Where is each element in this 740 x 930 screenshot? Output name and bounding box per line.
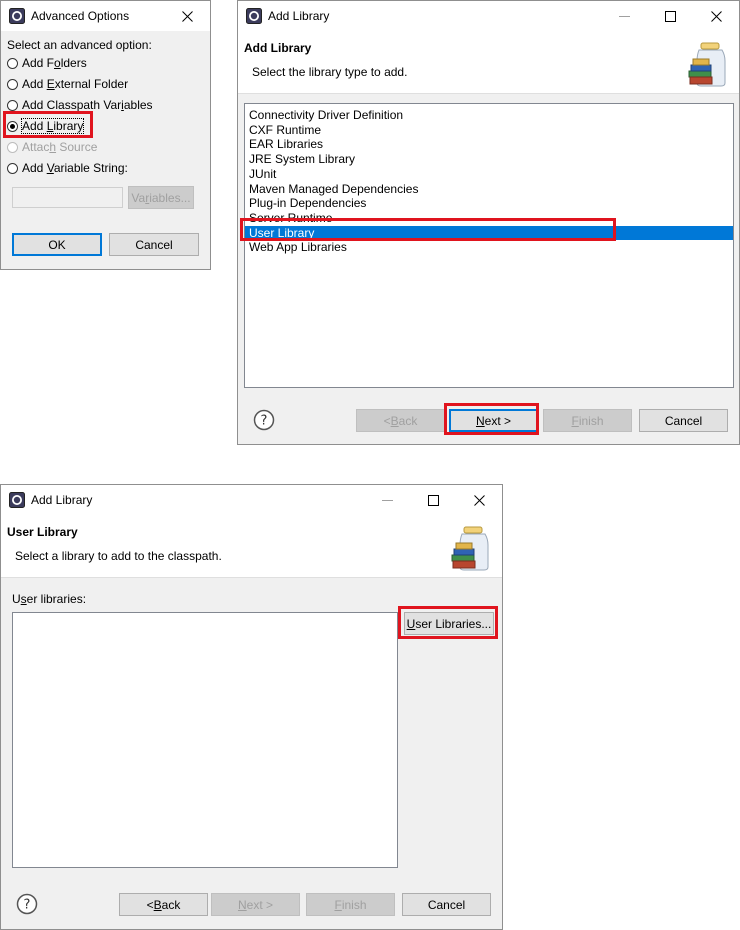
banner-description: Select the library type to add. <box>252 65 408 79</box>
add-library-titlebar[interactable]: Add Library <box>1 485 502 515</box>
radio-label: Add External Folder <box>22 77 129 91</box>
next-button[interactable]: Next > <box>449 409 538 432</box>
banner-title: Add Library <box>244 41 312 55</box>
library-type-item[interactable]: EAR Libraries <box>245 137 733 151</box>
eclipse-app-icon <box>9 492 25 508</box>
close-icon <box>181 10 193 22</box>
window-title: Advanced Options <box>31 9 130 23</box>
add-library-dialog-step2: Add Library User Library Select a librar… <box>0 484 503 930</box>
radio-button-checked[interactable] <box>7 120 18 132</box>
window-title: Add Library <box>31 493 93 507</box>
finish-button: Finish <box>543 409 632 432</box>
add-library-titlebar[interactable]: Add Library <box>238 1 739 31</box>
banner-description: Select a library to add to the classpath… <box>15 549 222 563</box>
minimize-icon <box>381 499 393 501</box>
radio-label: Attach Source <box>22 140 98 154</box>
user-libraries-list[interactable] <box>12 612 398 868</box>
close-button[interactable] <box>164 1 210 31</box>
radio-add-folders[interactable]: Add Folders <box>7 54 87 72</box>
cancel-button[interactable]: Cancel <box>402 893 491 916</box>
eclipse-app-icon <box>9 8 25 24</box>
next-button: Next > <box>211 893 300 916</box>
radio-button[interactable] <box>7 78 18 90</box>
variables-button: Va r iables... <box>128 186 194 209</box>
variable-string-input <box>12 187 123 208</box>
close-button[interactable] <box>456 485 502 515</box>
radio-label: Add Folders <box>22 56 87 70</box>
library-type-item[interactable]: JRE System Library <box>245 152 733 166</box>
close-button[interactable] <box>693 1 739 31</box>
maximize-icon <box>427 494 439 506</box>
radio-label: Add Library <box>20 118 85 134</box>
library-jar-icon <box>451 526 489 571</box>
library-type-item[interactable]: JUnit <box>245 167 733 181</box>
advanced-options-dialog: Advanced Options Select an advanced opti… <box>0 0 211 270</box>
radio-button-disabled <box>7 141 18 153</box>
library-type-item[interactable]: Connectivity Driver Definition <box>245 108 733 122</box>
library-type-list[interactable]: Connectivity Driver Definition CXF Runtim… <box>244 103 734 388</box>
back-button: < Back <box>356 409 445 432</box>
radio-add-variable-string[interactable]: Add Variable String: <box>7 159 128 177</box>
ok-button[interactable]: OK <box>12 233 102 256</box>
maximize-button[interactable] <box>647 1 693 31</box>
library-jar-icon <box>688 42 726 87</box>
library-type-item[interactable]: Plug-in Dependencies <box>245 196 733 210</box>
svg-text:?: ? <box>261 414 268 429</box>
help-icon: ? <box>253 409 275 431</box>
user-libraries-label: User libraries: <box>12 592 87 606</box>
wizard-banner: Add Library Select the library type to a… <box>238 31 739 94</box>
finish-button: Finish <box>306 893 395 916</box>
option-prompt: Select an advanced option: <box>7 38 152 52</box>
minimize-button[interactable] <box>364 485 410 515</box>
radio-attach-source: Attach Source <box>7 138 97 156</box>
eclipse-app-icon <box>246 8 262 24</box>
wizard-banner: User Library Select a library to add to … <box>1 515 502 578</box>
help-button[interactable]: ? <box>253 409 275 431</box>
library-type-item[interactable]: Maven Managed Dependencies <box>245 182 733 196</box>
radio-button[interactable] <box>7 99 18 111</box>
back-button[interactable]: < Back <box>119 893 208 916</box>
maximize-button[interactable] <box>410 485 456 515</box>
radio-add-external-folder[interactable]: Add External Folder <box>7 75 128 93</box>
cancel-button[interactable]: Cancel <box>109 233 199 256</box>
svg-text:?: ? <box>24 898 31 913</box>
radio-button[interactable] <box>7 57 18 69</box>
radio-button[interactable] <box>7 162 18 174</box>
help-button[interactable]: ? <box>16 893 38 915</box>
advanced-options-titlebar[interactable]: Advanced Options <box>1 1 210 31</box>
library-type-item[interactable]: Web App Libraries <box>245 240 733 254</box>
add-library-dialog-step1: Add Library Add Library Select the libra… <box>237 0 740 445</box>
banner-title: User Library <box>7 525 78 539</box>
close-icon <box>473 494 485 506</box>
library-type-item[interactable]: User Library <box>245 225 733 240</box>
maximize-icon <box>664 10 676 22</box>
cancel-button[interactable]: Cancel <box>639 409 728 432</box>
user-libraries-button[interactable]: User Libraries... <box>404 612 494 635</box>
library-type-item[interactable]: CXF Runtime <box>245 123 733 137</box>
minimize-button[interactable] <box>601 1 647 31</box>
help-icon: ? <box>16 893 38 915</box>
library-type-item[interactable]: Server Runtime <box>245 211 733 225</box>
radio-add-classpath-variables[interactable]: Add Classpath Variables <box>7 96 153 114</box>
close-icon <box>710 10 722 22</box>
radio-label: Add Classpath Variables <box>22 98 153 112</box>
window-title: Add Library <box>268 9 330 23</box>
minimize-icon <box>618 15 630 17</box>
radio-label: Add Variable String: <box>22 161 128 175</box>
radio-add-library[interactable]: Add Library <box>7 117 85 135</box>
